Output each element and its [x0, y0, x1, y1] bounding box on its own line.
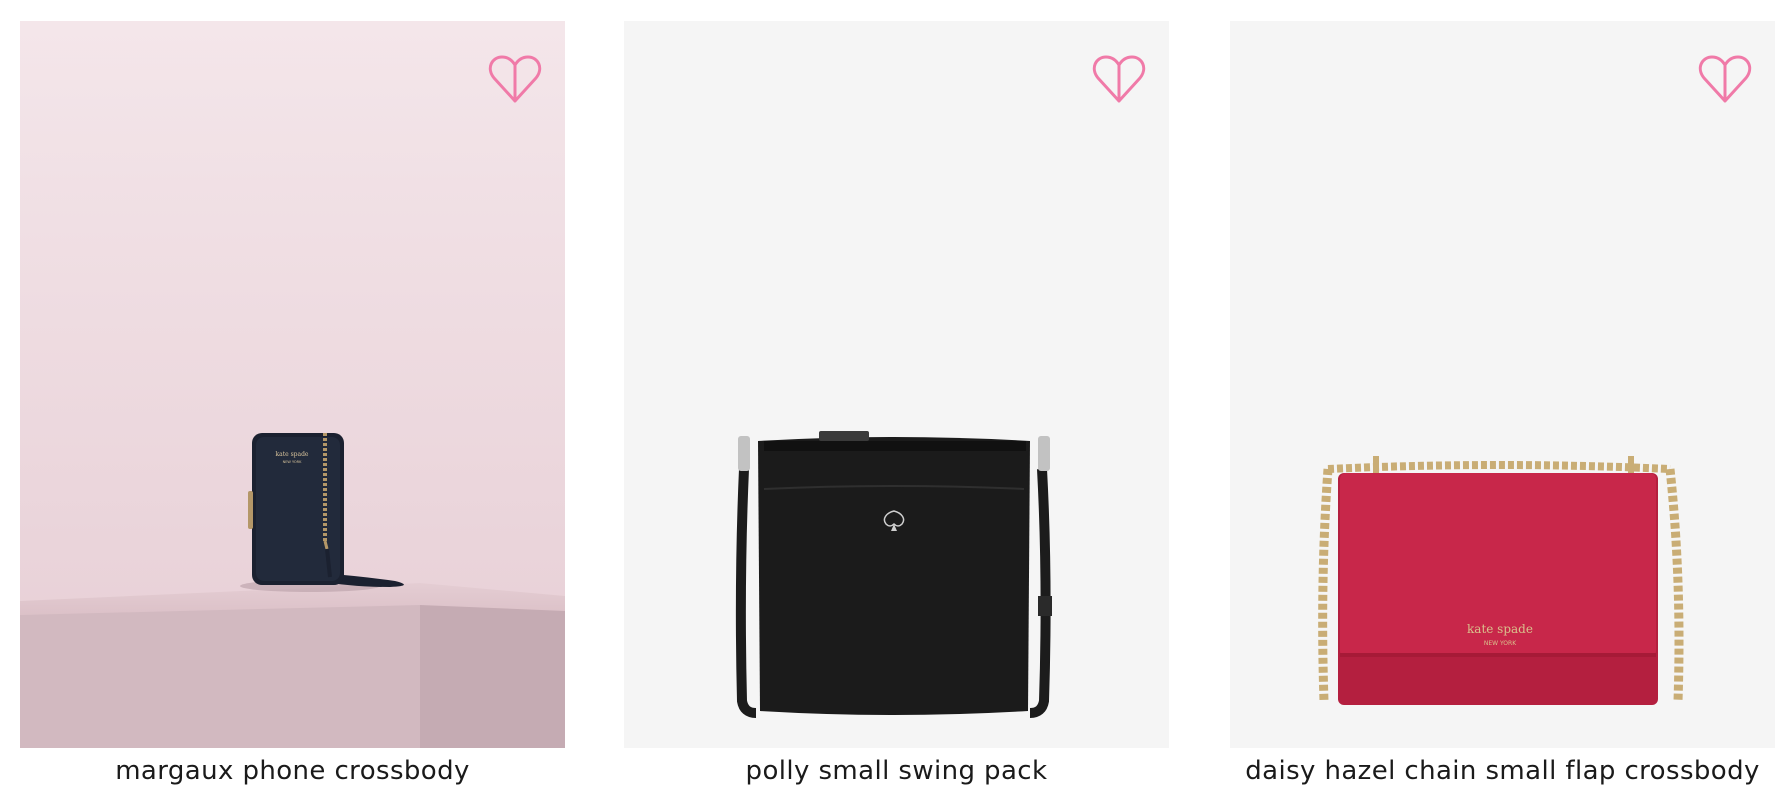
product-image[interactable]: kate spade NEW YORK	[20, 21, 565, 748]
product-photo-daisy: kate spade NEW YORK	[1230, 21, 1775, 748]
svg-text:kate spade: kate spade	[276, 451, 309, 458]
favorite-button[interactable]	[1697, 51, 1753, 107]
heart-outline-icon	[1092, 55, 1146, 103]
product-image[interactable]: kate spade NEW YORK	[1230, 21, 1775, 748]
product-photo-polly	[624, 21, 1169, 748]
svg-text:NEW YORK: NEW YORK	[1484, 640, 1517, 647]
heart-outline-icon	[488, 55, 542, 103]
favorite-button[interactable]	[487, 51, 543, 107]
product-photo-margaux: kate spade NEW YORK	[20, 21, 565, 748]
product-image[interactable]	[624, 21, 1169, 748]
product-card[interactable]: kate spade NEW YORK margaux phone crossb…	[20, 21, 565, 791]
heart-outline-icon	[1698, 55, 1752, 103]
product-title[interactable]: polly small swing pack	[624, 754, 1169, 788]
favorite-button[interactable]	[1091, 51, 1147, 107]
svg-text:NEW YORK: NEW YORK	[283, 460, 303, 464]
product-card[interactable]: kate spade NEW YORK daisy hazel chain sm…	[1230, 21, 1775, 791]
product-title[interactable]: margaux phone crossbody	[20, 754, 565, 788]
product-card[interactable]: polly small swing pack	[624, 21, 1169, 791]
product-title[interactable]: daisy hazel chain small flap crossbody	[1230, 754, 1775, 788]
product-grid: kate spade NEW YORK margaux phone crossb…	[0, 0, 1790, 798]
svg-text:kate spade: kate spade	[1467, 622, 1533, 636]
